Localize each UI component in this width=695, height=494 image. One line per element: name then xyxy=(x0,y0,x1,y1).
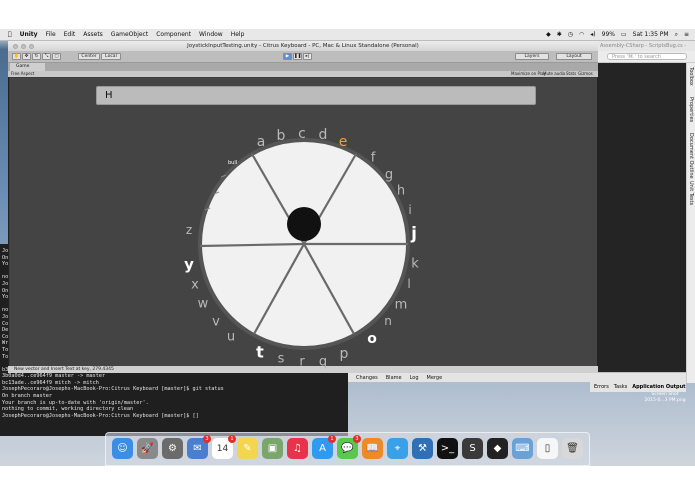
letter-key-c[interactable]: c xyxy=(298,126,306,142)
letter-key-n[interactable]: n xyxy=(384,314,392,328)
xcode-icon[interactable]: ⚒ xyxy=(412,438,433,459)
notification-badge: 3 xyxy=(353,435,361,443)
letter-key-d[interactable]: d xyxy=(319,127,328,143)
launchpad-icon[interactable]: 🚀 xyxy=(137,438,158,459)
letter-key-g[interactable]: g xyxy=(385,168,393,183)
letter-key-k[interactable]: k xyxy=(411,257,419,272)
letter-key-l[interactable]: l xyxy=(407,277,410,291)
finder-icon[interactable]: ☺ xyxy=(112,438,133,459)
calendar-icon[interactable]: 14 1 xyxy=(212,435,236,459)
monodevelop-icon[interactable]: ⌨ xyxy=(512,438,533,459)
ibooks-icon[interactable]: 📖 xyxy=(362,438,383,459)
letter-key-w[interactable]: w xyxy=(198,297,209,312)
mail-icon[interactable]: ✉ 3 xyxy=(187,435,211,459)
letter-key-x[interactable]: x xyxy=(191,278,199,293)
letter-key-e[interactable]: e xyxy=(339,134,348,150)
letter-key-q[interactable]: q xyxy=(319,355,327,370)
notes-icon[interactable]: ✎ xyxy=(237,438,258,459)
itunes-icon[interactable]: ♫ xyxy=(287,438,308,459)
letter-key-b[interactable]: b xyxy=(277,128,286,144)
desktop:  Unity File Edit Assets GameObject Comp… xyxy=(0,0,695,494)
trash-icon[interactable]: 🗑 xyxy=(562,438,583,459)
letter-key-u[interactable]: u xyxy=(227,330,235,345)
calendar-day: 14 xyxy=(216,444,229,454)
preview-icon[interactable]: ▣ xyxy=(262,438,283,459)
notification-badge: 3 xyxy=(203,435,211,443)
letter-key-f[interactable]: f xyxy=(371,151,376,166)
letter-key-h[interactable]: h xyxy=(397,184,405,199)
letter-key-m[interactable]: m xyxy=(395,298,408,313)
bottom-margin xyxy=(0,466,695,494)
notification-badge: 1 xyxy=(328,435,336,443)
messages-icon[interactable]: 💬 3 xyxy=(337,435,361,459)
unity-icon[interactable]: ◆ xyxy=(487,438,508,459)
documents-icon[interactable]: ▯ xyxy=(537,438,558,459)
letter-key-y[interactable]: y xyxy=(184,255,194,273)
letter-key-r[interactable]: r xyxy=(299,355,305,370)
wheel-small-label: bull xyxy=(228,160,237,166)
letter-key-i[interactable]: i xyxy=(408,203,411,217)
app-store-icon[interactable]: A1 xyxy=(312,435,336,459)
terminal-icon[interactable]: >_ xyxy=(437,438,458,459)
safari-icon[interactable]: ⌖ xyxy=(387,438,408,459)
letter-key-a[interactable]: a xyxy=(257,134,266,150)
notification-badge: 1 xyxy=(228,435,236,443)
letter-key-s[interactable]: s xyxy=(278,352,285,367)
letter-key-j[interactable]: j xyxy=(410,224,417,244)
system-preferences-icon[interactable]: ⚙ xyxy=(162,438,183,459)
letter-key-z[interactable]: z xyxy=(186,223,192,237)
letter-key-t[interactable]: t xyxy=(256,343,264,362)
letter-key-p[interactable]: p xyxy=(340,346,349,362)
letter-key-v[interactable]: v xyxy=(212,315,220,330)
letter-key-o[interactable]: o xyxy=(367,331,377,347)
dock: ☺ 🚀 ⚙ ✉ 3 14 1 ✎ ▣ ♫ A 1 💬 3 📖 ⌖ ⚒ >_ S ◆ ⌨ ▯ 🗑 xyxy=(105,432,590,466)
sublime-icon[interactable]: S xyxy=(462,438,483,459)
joystick-cursor[interactable] xyxy=(287,207,321,241)
citrus-keyboard[interactable]: a b c d e fghijklmno pqrst uvwxy z bull xyxy=(0,0,695,494)
